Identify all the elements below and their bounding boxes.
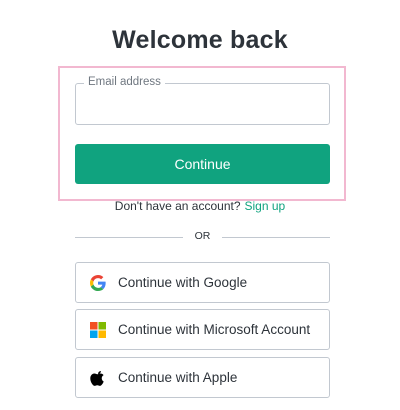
signup-prompt-text: Don't have an account? [114,199,241,213]
email-input[interactable] [76,84,329,124]
google-icon [90,275,106,291]
microsoft-button-label: Continue with Microsoft Account [118,322,311,337]
email-label: Email address [84,76,165,88]
email-field[interactable]: Email address [75,76,330,125]
microsoft-icon [90,322,106,338]
continue-with-microsoft-button[interactable]: Continue with Microsoft Account [75,309,330,350]
divider-line-right [222,237,330,238]
login-page: Welcome back Email address Continue Don'… [0,0,400,410]
apple-icon [90,370,106,386]
signup-prompt: Don't have an account? Sign up [0,199,400,213]
signup-link[interactable]: Sign up [245,199,286,213]
page-title: Welcome back [112,26,288,54]
divider-text: OR [194,230,211,242]
apple-button-label: Continue with Apple [118,370,238,385]
continue-with-apple-button[interactable]: Continue with Apple [75,357,330,398]
or-divider: OR [75,229,330,245]
continue-button[interactable]: Continue [75,144,330,184]
google-button-label: Continue with Google [118,275,248,290]
continue-with-google-button[interactable]: Continue with Google [75,262,330,303]
